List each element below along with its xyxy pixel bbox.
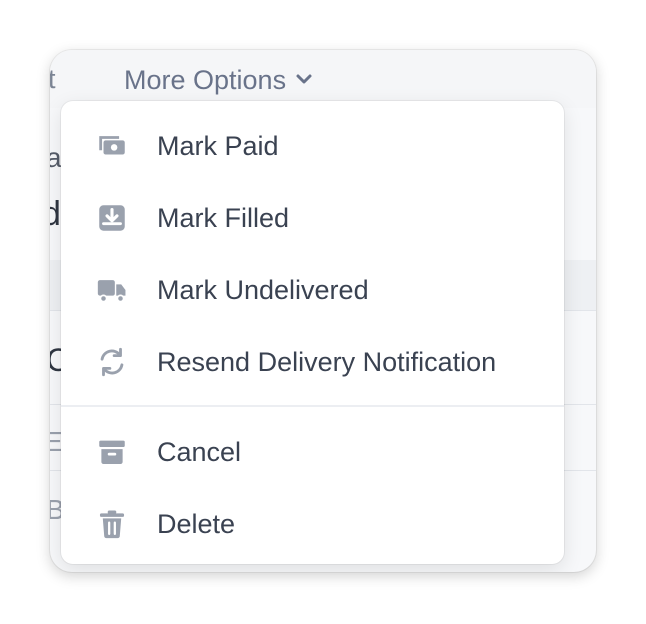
app-window: a d C E B t More Options Mark Paid Mark …	[50, 50, 596, 572]
menu-item-label: Mark Paid	[157, 130, 279, 161]
cash-icon	[95, 129, 129, 163]
chevron-down-icon	[294, 65, 314, 96]
menu-item-label: Mark Undelivered	[157, 274, 369, 305]
menu-item-cancel[interactable]: Cancel	[61, 424, 564, 480]
archive-icon	[95, 435, 129, 469]
more-options-menu: Mark Paid Mark Filled Mark Undelivered R…	[61, 101, 564, 564]
menu-item-resend-delivery-notification[interactable]: Resend Delivery Notification	[61, 334, 564, 390]
toolbar-tab-fragment[interactable]: t	[50, 64, 56, 95]
toolbar: t More Options	[50, 50, 596, 108]
menu-item-label: Resend Delivery Notification	[157, 346, 497, 377]
background-text-fragment: d	[50, 195, 61, 233]
download-tray-icon	[95, 201, 129, 235]
more-options-label: More Options	[124, 64, 287, 95]
more-options-button[interactable]: More Options	[124, 63, 314, 97]
menu-item-delete[interactable]: Delete	[61, 496, 564, 552]
truck-icon	[95, 273, 129, 307]
menu-item-mark-undelivered[interactable]: Mark Undelivered	[61, 262, 564, 318]
menu-item-label: Cancel	[157, 436, 242, 467]
menu-item-mark-paid[interactable]: Mark Paid	[61, 118, 564, 174]
menu-divider	[61, 405, 564, 407]
trash-icon	[95, 507, 129, 541]
menu-item-mark-filled[interactable]: Mark Filled	[61, 190, 564, 246]
menu-item-label: Delete	[157, 508, 236, 539]
refresh-icon	[95, 345, 129, 379]
background-text-fragment: a	[50, 142, 62, 173]
menu-item-label: Mark Filled	[157, 202, 290, 233]
